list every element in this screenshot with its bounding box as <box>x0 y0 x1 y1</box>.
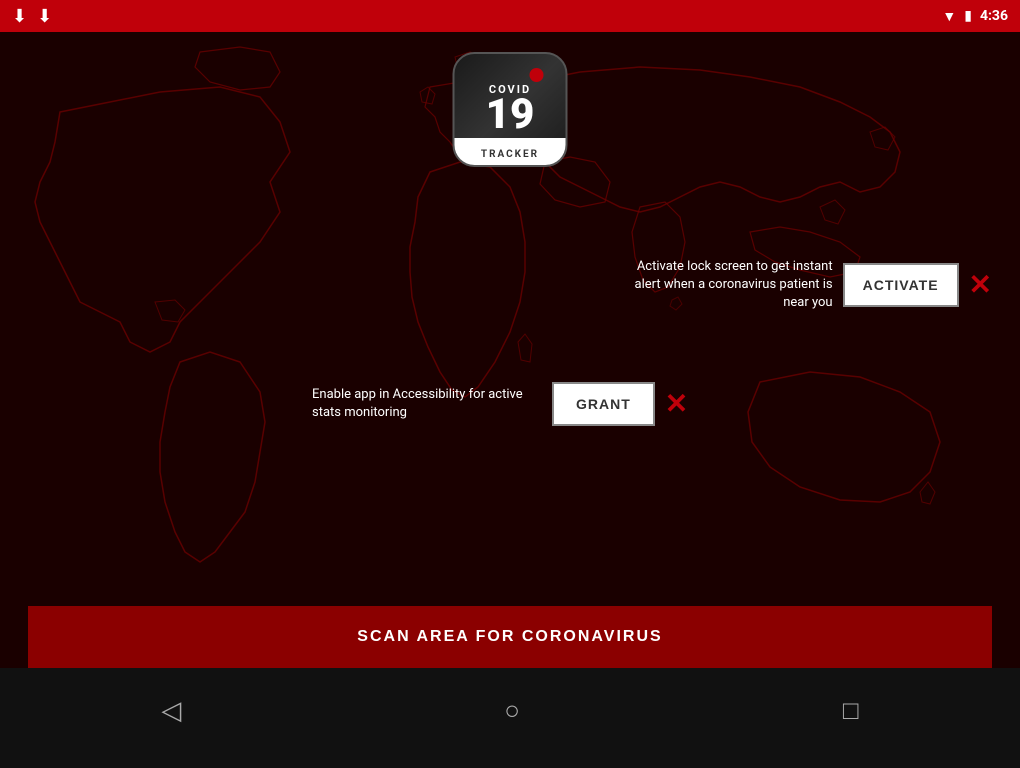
home-button[interactable]: ○ <box>504 695 520 726</box>
scan-button[interactable]: SCAN AREA FOR CORONAVIRUS <box>28 606 992 668</box>
download-icon-2: ⬇ <box>37 6 52 27</box>
lock-screen-close-icon[interactable]: ✕ <box>969 271 992 299</box>
recents-button[interactable]: □ <box>843 695 859 726</box>
accessibility-notification: Enable app in Accessibility for active s… <box>312 382 688 426</box>
download-icon-1: ⬇ <box>12 6 27 27</box>
status-time: 4:36 <box>980 8 1008 24</box>
grant-button[interactable]: GRANT <box>552 382 655 426</box>
activate-button[interactable]: ACTIVATE <box>843 263 959 307</box>
app-icon: COVID 19 TRACKER <box>453 52 568 167</box>
tracker-bar: TRACKER <box>455 138 566 165</box>
lock-screen-notification: Activate lock screen to get instant aler… <box>613 258 992 313</box>
number-label: 19 <box>486 94 535 136</box>
back-button[interactable]: ◁ <box>161 696 181 726</box>
icon-dot <box>530 68 544 82</box>
nav-bar: ◁ ○ □ <box>0 668 1020 768</box>
scan-button-container: SCAN AREA FOR CORONAVIRUS <box>0 606 1020 668</box>
app-icon-container: COVID 19 TRACKER <box>453 52 568 167</box>
wifi-icon: ▼ <box>942 8 956 25</box>
accessibility-close-icon[interactable]: ✕ <box>665 390 688 418</box>
accessibility-text: Enable app in Accessibility for active s… <box>312 386 542 422</box>
battery-icon: ▮ <box>964 8 972 24</box>
tracker-label: TRACKER <box>481 149 539 160</box>
status-bar: ⬇ ⬇ ▼ ▮ 4:36 <box>0 0 1020 32</box>
lock-screen-text: Activate lock screen to get instant aler… <box>613 258 833 313</box>
